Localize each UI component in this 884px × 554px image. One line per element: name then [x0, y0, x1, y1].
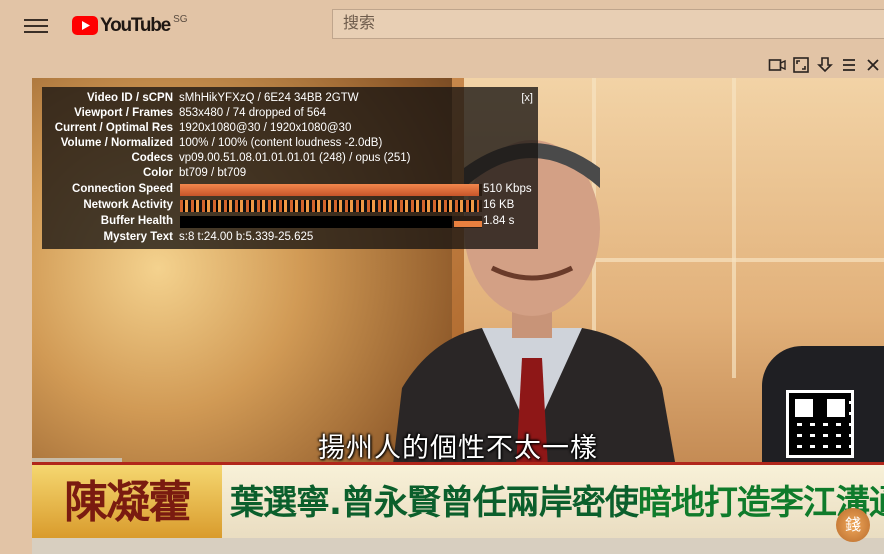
stats-for-nerds-panel: [x] Video ID / sCPN sMhHikYFXzQ / 6E24 3…	[42, 87, 538, 249]
banner-footer	[32, 538, 884, 554]
stats-row: Video ID / sCPN sMhHikYFXzQ / 6E24 34BB …	[42, 92, 538, 107]
network-activity-bar	[180, 200, 482, 212]
stats-value: 1920x1080@30 / 1920x1080@30	[179, 122, 352, 134]
hamburger-menu-icon[interactable]	[24, 16, 48, 36]
stats-label: Volume / Normalized	[60, 137, 173, 149]
stats-value: bt709 / bt709	[179, 167, 247, 179]
banner-headline: 葉選寧.曾永賢曾任兩岸密使暗地打造李江溝通專線?!	[230, 465, 884, 541]
stats-row: Viewport / Frames 853x480 / 74 dropped o…	[42, 107, 538, 122]
search-input[interactable]	[332, 9, 884, 39]
queue-icon[interactable]	[840, 56, 858, 74]
network-activity-fill	[180, 200, 479, 212]
buffer-health-bar	[180, 216, 482, 228]
masthead: YouTube SG	[0, 0, 884, 52]
buffer-health-marker	[454, 221, 482, 227]
stats-label: Video ID / sCPN	[86, 92, 173, 104]
stats-label: Color	[142, 167, 173, 179]
stats-label: Network Activity	[83, 199, 173, 211]
stats-label: Mystery Text	[103, 231, 173, 243]
stats-row: Color bt709 / bt709	[42, 167, 538, 182]
stats-row: Codecs vp09.00.51.08.01.01.01.01 (248) /…	[42, 152, 538, 167]
close-icon[interactable]	[864, 56, 882, 74]
network-activity-value: 16 KB	[483, 199, 515, 211]
buffer-health-row: Buffer Health 1.84 s	[42, 215, 538, 230]
stats-label: Viewport / Frames	[74, 107, 173, 119]
youtube-play-icon	[72, 16, 98, 35]
stats-label: Connection Speed	[72, 183, 173, 195]
set-decoration	[732, 78, 736, 378]
region-code: SG	[173, 14, 188, 25]
connection-speed-bar	[180, 184, 482, 196]
channel-watermark-logo: 錢	[836, 508, 870, 542]
logo-text: YouTube	[100, 15, 171, 36]
stats-row: Mystery Text s:8 t:24.00 b:5.339-25.625	[42, 231, 538, 246]
buffer-health-fill	[180, 216, 452, 228]
news-banner: 陳凝藿 葉選寧.曾永賢曾任兩岸密使暗地打造李江溝通專線?!	[32, 462, 884, 541]
stats-value: s:8 t:24.00 b:5.339-25.625	[179, 231, 314, 243]
stats-row: Current / Optimal Res 1920x1080@30 / 192…	[42, 122, 538, 137]
connection-speed-value: 510 Kbps	[483, 183, 532, 195]
download-icon[interactable]	[816, 56, 834, 74]
player-toolbar	[32, 52, 884, 79]
stats-value: 100% / 100% (content loudness -2.0dB)	[179, 137, 383, 149]
video-subtitle: 揚州人的個性不太一樣	[318, 433, 598, 464]
connection-speed-fill	[180, 184, 479, 196]
miniplayer-icon[interactable]	[768, 56, 786, 74]
stats-label: Buffer Health	[100, 215, 173, 227]
stats-value: 853x480 / 74 dropped of 564	[179, 107, 327, 119]
buffer-health-value: 1.84 s	[483, 215, 515, 227]
stats-label: Current / Optimal Res	[54, 122, 173, 134]
banner-name: 陳凝藿	[32, 465, 222, 541]
youtube-logo[interactable]: YouTube SG	[72, 13, 188, 39]
stats-value: vp09.00.51.08.01.01.01.01 (248) / opus (…	[179, 152, 411, 164]
network-activity-row: Network Activity 16 KB	[42, 199, 538, 214]
stats-value: sMhHikYFXzQ / 6E24 34BB 2GTW	[179, 92, 359, 104]
stats-label: Codecs	[131, 152, 173, 164]
connection-speed-row: Connection Speed 510 Kbps	[42, 183, 538, 198]
headline-part1: 葉選寧.曾永賢曾任兩岸密使	[230, 483, 639, 523]
stats-row: Volume / Normalized 100% / 100% (content…	[42, 137, 538, 152]
fullscreen-icon[interactable]	[792, 56, 810, 74]
